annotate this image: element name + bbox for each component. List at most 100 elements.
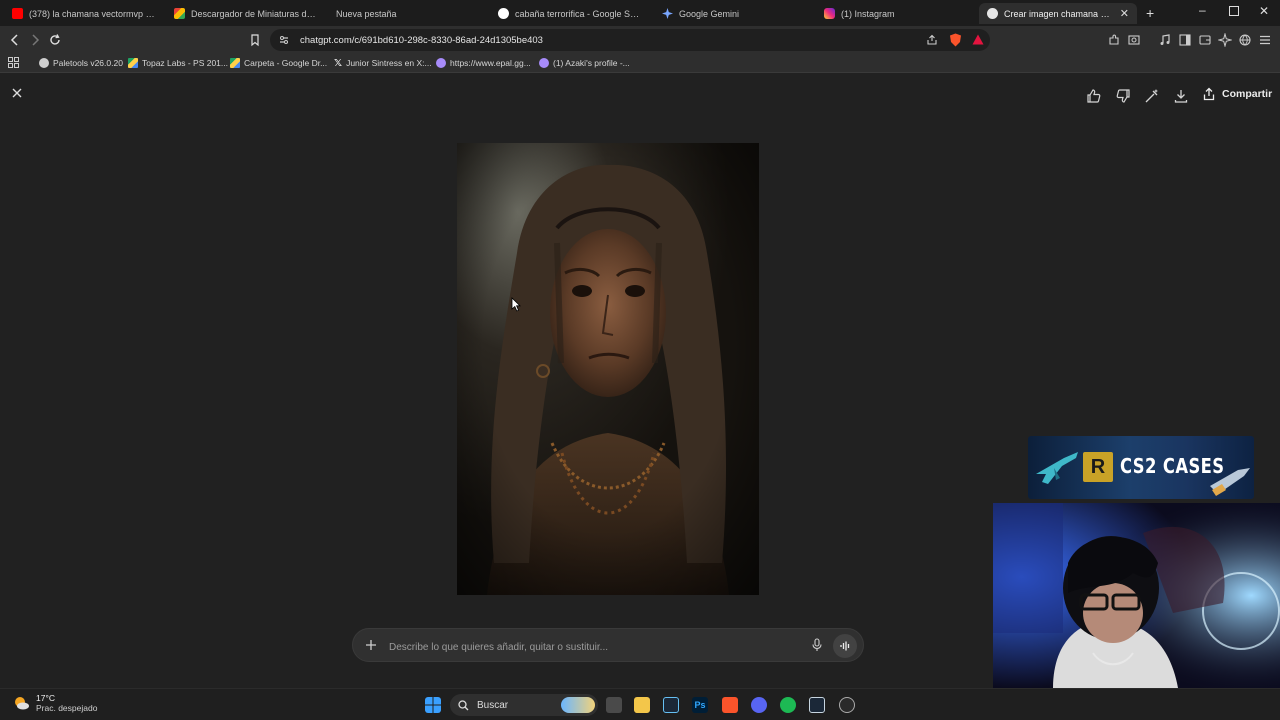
bookmark-label: Topaz Labs - PS 201... <box>142 58 228 68</box>
edit-image-icon[interactable] <box>1143 87 1161 105</box>
thumbs-up-icon[interactable] <box>1085 87 1103 105</box>
voice-mode-button[interactable] <box>833 634 857 658</box>
tab-label: Crear imagen chamana terrorifica <box>1004 8 1112 19</box>
search-label: Buscar <box>477 699 509 711</box>
chatgpt-icon <box>987 8 998 19</box>
site-icon <box>174 8 185 19</box>
tab-label: Nueva pestaña <box>336 8 397 19</box>
tab-label: cabaña terrorifica - Google Search <box>515 8 642 19</box>
bookmark-azaki-profile[interactable]: (1) Azaki's profile -... <box>539 56 630 70</box>
weather-sun-icon <box>15 697 29 710</box>
bookmark-label: Paletools v26.0.20 <box>53 58 123 68</box>
reload-icon[interactable] <box>48 33 62 47</box>
share-page-icon[interactable] <box>926 34 938 46</box>
google-drive-icon <box>128 58 138 68</box>
wallet-icon[interactable] <box>1198 33 1212 47</box>
leo-ai-icon[interactable] <box>1218 33 1232 47</box>
google-icon <box>498 8 509 19</box>
app-icon[interactable] <box>839 697 855 713</box>
sidebar-icon[interactable] <box>1178 33 1192 47</box>
knife-skin-icon <box>1210 468 1250 496</box>
tab-youtube[interactable]: (378) la chamana vectormvp - YouTube <box>4 3 164 24</box>
brave-shields-icon[interactable] <box>949 33 962 47</box>
weather-text: Prac. despejado <box>36 703 98 713</box>
shaman-portrait-image <box>457 143 759 595</box>
close-window-icon[interactable]: ✕ <box>1259 4 1269 18</box>
file-explorer-icon[interactable] <box>634 697 650 713</box>
bookmark-epal[interactable]: https://www.epal.gg... <box>436 56 531 70</box>
new-tab-plus-icon[interactable]: + <box>1146 5 1154 21</box>
tab-gemini[interactable]: Google Gemini <box>654 3 814 24</box>
brand-logo: R <box>1083 452 1113 482</box>
tab-thumbnail-downloader[interactable]: Descargador de Miniaturas de YouTube <box>166 3 326 24</box>
back-icon[interactable] <box>8 33 22 47</box>
bookmark-paletools[interactable]: Paletools v26.0.20 <box>39 56 123 70</box>
close-viewer-icon[interactable] <box>11 87 23 99</box>
mouse-cursor-icon <box>511 297 521 312</box>
globe-icon <box>39 58 49 68</box>
photoshop-icon[interactable]: Ps <box>692 697 708 713</box>
brave-browser-icon[interactable] <box>722 697 738 713</box>
microphone-icon[interactable] <box>811 638 823 652</box>
bookmark-icon[interactable] <box>248 33 262 47</box>
add-attachment-plus-icon[interactable] <box>365 639 377 651</box>
site-settings-icon[interactable] <box>278 34 290 46</box>
task-view-icon[interactable] <box>606 697 622 713</box>
taskbar-search[interactable]: Buscar <box>450 694 598 716</box>
bookmark-label: (1) Azaki's profile -... <box>553 58 630 68</box>
bookmark-label: Junior Sintress en X:... <box>346 58 432 68</box>
apps-grid-icon[interactable] <box>8 57 19 68</box>
google-drive-icon <box>230 58 240 68</box>
extensions-icon[interactable] <box>1107 33 1121 47</box>
tab-label: (1) Instagram <box>841 8 895 19</box>
restore-icon[interactable] <box>1229 6 1239 16</box>
media-icon[interactable] <box>1158 33 1172 47</box>
share-button[interactable]: Compartir <box>1202 83 1272 105</box>
tab-label: Google Gemini <box>679 8 740 19</box>
cs2-cases-banner: R CS2 CASES <box>1028 436 1254 499</box>
tab-label: Descargador de Miniaturas de YouTube <box>191 8 318 19</box>
bookmark-x-junior[interactable]: 𝕏 Junior Sintress en X:... <box>334 56 432 70</box>
x-logo-icon: 𝕏 <box>334 57 343 69</box>
temperature-text: 17°C <box>36 693 55 703</box>
spotify-icon[interactable] <box>780 697 796 713</box>
edit-prompt-input[interactable] <box>387 637 791 657</box>
tab-instagram[interactable]: (1) Instagram <box>816 3 976 24</box>
minimize-icon[interactable]: – <box>1199 3 1206 17</box>
epal-icon <box>539 58 549 68</box>
close-tab-icon[interactable]: ✕ <box>1120 7 1129 20</box>
steam-icon[interactable] <box>663 697 679 713</box>
bookmark-topaz-labs[interactable]: Topaz Labs - PS 201... <box>128 56 228 70</box>
discord-icon[interactable] <box>751 697 767 713</box>
menu-icon[interactable] <box>1258 33 1272 47</box>
streamer-webcam-image <box>993 503 1280 688</box>
screenshot-icon[interactable] <box>1127 33 1141 47</box>
bookmark-carpeta-drive[interactable]: Carpeta - Google Dr... <box>230 56 327 70</box>
forward-icon[interactable] <box>28 33 42 47</box>
share-icon <box>1203 87 1215 101</box>
generated-image[interactable] <box>457 143 759 595</box>
windows-taskbar: 17°C Prac. despejado Buscar Ps <box>0 688 1280 720</box>
search-icon <box>458 699 469 710</box>
tab-google-search[interactable]: cabaña terrorifica - Google Search <box>490 3 650 24</box>
url-text: chatgpt.com/c/691bd610-298c-8330-86ad-24… <box>300 34 543 46</box>
brave-rewards-icon[interactable] <box>972 34 984 45</box>
tab-label: (378) la chamana vectormvp - YouTube <box>29 8 156 19</box>
weather-widget[interactable]: 17°C Prac. despejado <box>12 693 97 713</box>
vpn-icon[interactable] <box>1238 33 1252 47</box>
browser-toolbar: chatgpt.com/c/691bd610-298c-8330-86ad-24… <box>0 26 1280 54</box>
rifle-skin-icon <box>1036 452 1078 484</box>
address-bar[interactable]: chatgpt.com/c/691bd610-298c-8330-86ad-24… <box>270 29 990 51</box>
voice-waveform-icon <box>840 641 850 651</box>
download-icon[interactable] <box>1172 87 1190 105</box>
thumbs-down-icon[interactable] <box>1114 87 1132 105</box>
bookmarks-bar: Paletools v26.0.20 Topaz Labs - PS 201..… <box>0 54 1280 73</box>
edit-prompt-composer <box>352 628 864 662</box>
bookmark-label: Carpeta - Google Dr... <box>244 58 328 68</box>
youtube-icon <box>12 8 23 19</box>
webcam-feed <box>993 503 1280 688</box>
windows-start-icon[interactable] <box>425 697 441 713</box>
steam-icon-2[interactable] <box>809 697 825 713</box>
tab-new-tab[interactable]: Nueva pestaña <box>328 3 488 24</box>
tab-chatgpt-active[interactable]: Crear imagen chamana terrorifica ✕ <box>979 3 1137 24</box>
